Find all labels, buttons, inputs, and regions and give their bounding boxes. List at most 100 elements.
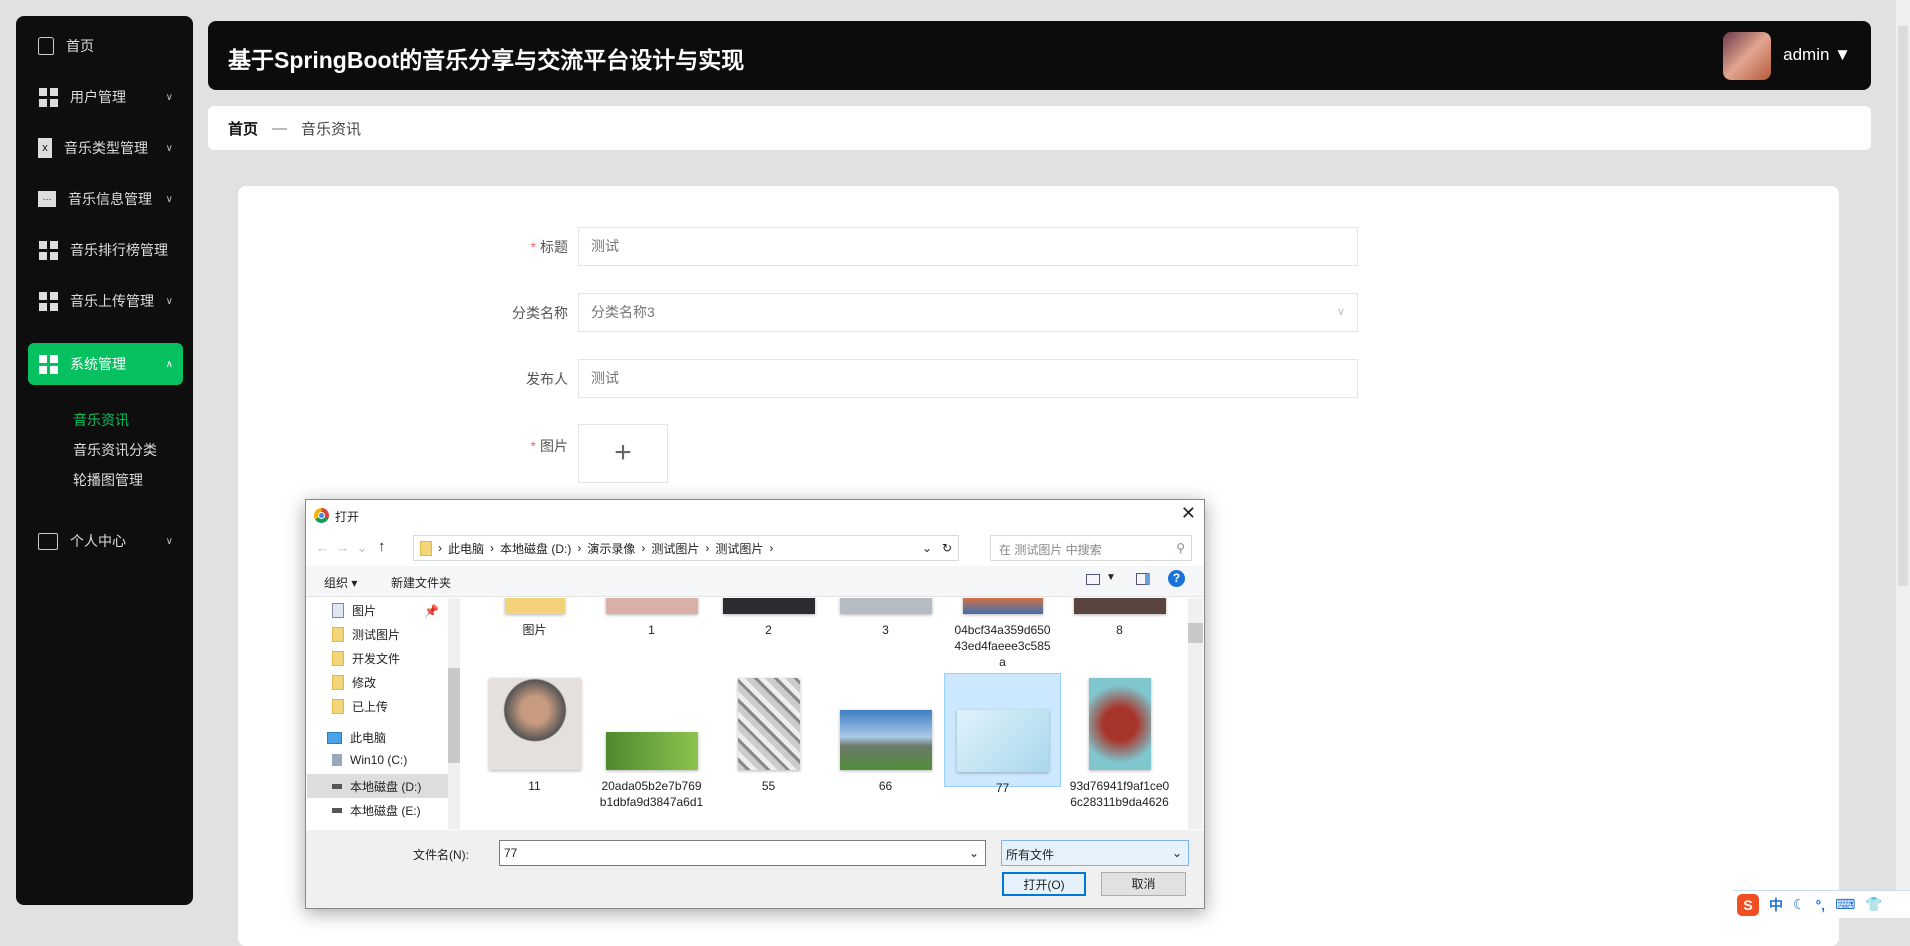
sidebar: 首页 用户管理 ∨ x 音乐类型管理 ∨ ··· 音乐信息管理 ∨ 音乐排行榜管理 音乐上… (16, 16, 193, 905)
file-item[interactable]: 图片 (476, 598, 593, 638)
dialog-title: 打开 (335, 510, 360, 524)
folder-icon (332, 699, 344, 714)
title-label: * 标题 (530, 239, 568, 255)
caret-down-icon: ▼ (1834, 45, 1851, 64)
sidebar-item-uploads[interactable]: 音乐上传管理 ∨ (28, 280, 183, 322)
nav-item[interactable]: 图片 📌 (332, 602, 439, 619)
nav-item[interactable]: 此电脑 (327, 729, 386, 746)
sogou-icon[interactable]: S (1737, 893, 1759, 916)
card-icon (38, 532, 58, 550)
breadcrumb: 首页 — 音乐资讯 (208, 106, 1871, 150)
folder-icon (332, 627, 344, 642)
open-button[interactable]: 打开(O) (1002, 872, 1086, 896)
view-icon[interactable] (1086, 574, 1100, 585)
sidebar-sub-music-news[interactable]: 音乐资讯 (73, 410, 129, 430)
chevron-up-icon: ∧ (165, 358, 173, 370)
sidebar-item-music-types[interactable]: x 音乐类型管理 ∨ (28, 127, 183, 169)
nav-item[interactable]: 开发文件 (332, 650, 400, 667)
sidebar-item-music-info[interactable]: ··· 音乐信息管理 ∨ (28, 178, 183, 220)
filename-input[interactable]: 77 ⌄ (499, 840, 986, 866)
sidebar-item-users[interactable]: 用户管理 ∨ (28, 76, 183, 118)
chevron-down-icon: ∨ (165, 193, 173, 205)
nav-item[interactable]: 测试图片 (332, 626, 400, 643)
page-scrollbar[interactable] (1896, 0, 1910, 918)
sidebar-item-system[interactable]: 系统管理 ∧ (28, 343, 183, 385)
filename-label: 文件名(N): (413, 848, 469, 862)
file-item[interactable]: 8 (1061, 598, 1178, 638)
title-input[interactable]: 测试 (578, 227, 1358, 266)
file-list: 图片 1 2 3 04bcf34a359d65043ed4faeee3c585a… (463, 598, 1188, 829)
preview-pane-icon[interactable] (1136, 573, 1150, 585)
nav-item[interactable]: 已上传 (332, 698, 388, 715)
file-item[interactable]: 11 (476, 678, 593, 794)
caret-down-icon[interactable]: ▼ (1106, 572, 1116, 583)
new-folder-button[interactable]: 新建文件夹 (391, 574, 451, 591)
computer-icon (327, 731, 342, 744)
file-item[interactable]: 2 (710, 598, 827, 638)
file-item[interactable]: 66 (827, 678, 944, 794)
file-item[interactable]: 93d76941f9af1ce06c28311b9da4626 (1061, 678, 1178, 810)
sidebar-item-home[interactable]: 首页 (28, 25, 183, 67)
organize-button[interactable]: 组织 ▾ (324, 574, 357, 591)
nav-back-forward[interactable]: ← → ⌄ (316, 540, 367, 556)
category-label: 分类名称 (512, 305, 568, 321)
address-bar[interactable]: › 此电脑 › 本地磁盘 (D:) › 演示录像 › 测试图片 › 测试图片 › ⌄ ↻ (413, 535, 959, 561)
grid-icon (38, 240, 58, 260)
nav-item-selected[interactable]: 本地磁盘 (D:) (307, 774, 449, 798)
file-item[interactable]: 55 (710, 678, 827, 794)
drive-icon (332, 808, 342, 813)
ime-language[interactable]: 中 (1769, 895, 1783, 915)
refresh-icon[interactable]: ↻ (942, 541, 952, 555)
chrome-icon (314, 508, 329, 523)
publisher-label: 发布人 (526, 371, 568, 387)
pictures-icon (332, 603, 344, 618)
sidebar-item-profile[interactable]: 个人中心 ∨ (28, 520, 183, 562)
close-button[interactable]: ✕ (1181, 503, 1196, 524)
help-icon[interactable]: ? (1168, 570, 1185, 587)
nav-item[interactable]: 修改 (332, 674, 376, 691)
breadcrumb-separator: — (272, 119, 288, 137)
chevron-down-icon: ⌄ (921, 541, 932, 555)
nav-item[interactable]: 本地磁盘 (E:) (332, 802, 421, 819)
search-input[interactable]: 在 测试图片 中搜索 ⚲ (990, 535, 1192, 561)
sidebar-sub-carousel[interactable]: 轮播图管理 (73, 470, 143, 490)
folder-icon (332, 675, 344, 690)
sidebar-sub-news-category[interactable]: 音乐资讯分类 (73, 440, 157, 460)
app-title: 基于SpringBoot的音乐分享与交流平台设计与实现 (228, 47, 745, 73)
cancel-button[interactable]: 取消 (1101, 872, 1186, 896)
file-type-select[interactable]: 所有文件 ⌄ (1001, 840, 1189, 866)
moon-icon[interactable]: ☾ (1793, 896, 1806, 913)
user-menu[interactable]: admin ▼ (1783, 45, 1851, 65)
clipboard-icon: x (38, 138, 52, 158)
file-open-dialog: 打开 ✕ ← → ⌄ ↑ › 此电脑 › 本地磁盘 (D:) › 演示录像 › 测试图片 › 测试… (305, 499, 1205, 909)
drive-icon (332, 754, 342, 766)
file-item[interactable]: 04bcf34a359d65043ed4faeee3c585a (944, 598, 1061, 670)
file-list-scrollbar[interactable] (1188, 598, 1203, 829)
file-item-selected[interactable]: 77 (944, 673, 1061, 795)
image-upload-button[interactable]: + (578, 424, 668, 483)
image-label: * 图片 (530, 438, 568, 454)
ime-toolbar[interactable]: S 中 ☾ °, ⌨ 👕 (1733, 890, 1910, 918)
nav-item[interactable]: Win10 (C:) (332, 753, 407, 767)
search-icon: ⚲ (1176, 541, 1185, 555)
drive-icon (332, 783, 342, 789)
nav-scrollbar[interactable] (448, 598, 460, 829)
category-select[interactable]: 分类名称3 ∨ (578, 293, 1358, 332)
punctuation-icon[interactable]: °, (1816, 897, 1826, 913)
home-icon (38, 37, 54, 55)
chevron-down-icon: ∨ (165, 535, 173, 547)
keyboard-icon[interactable]: ⌨ (1835, 896, 1855, 913)
chevron-down-icon: ∨ (1336, 306, 1345, 318)
header: 基于SpringBoot的音乐分享与交流平台设计与实现 admin ▼ (208, 21, 1871, 90)
up-arrow-icon[interactable]: ↑ (378, 538, 386, 555)
avatar[interactable] (1723, 32, 1771, 80)
shirt-icon[interactable]: 👕 (1865, 896, 1882, 913)
file-item[interactable]: 20ada05b2e7b769b1dbfa9d3847a6d1 (593, 678, 710, 810)
file-item[interactable]: 1 (593, 598, 710, 638)
grid-icon (38, 87, 58, 107)
publisher-input[interactable]: 测试 (578, 359, 1358, 398)
sidebar-item-rankings[interactable]: 音乐排行榜管理 (28, 229, 183, 271)
dialog-footer: 文件名(N): 77 ⌄ 所有文件 ⌄ 打开(O) 取消 (306, 830, 1204, 908)
breadcrumb-home[interactable]: 首页 (228, 118, 258, 139)
file-item[interactable]: 3 (827, 598, 944, 638)
